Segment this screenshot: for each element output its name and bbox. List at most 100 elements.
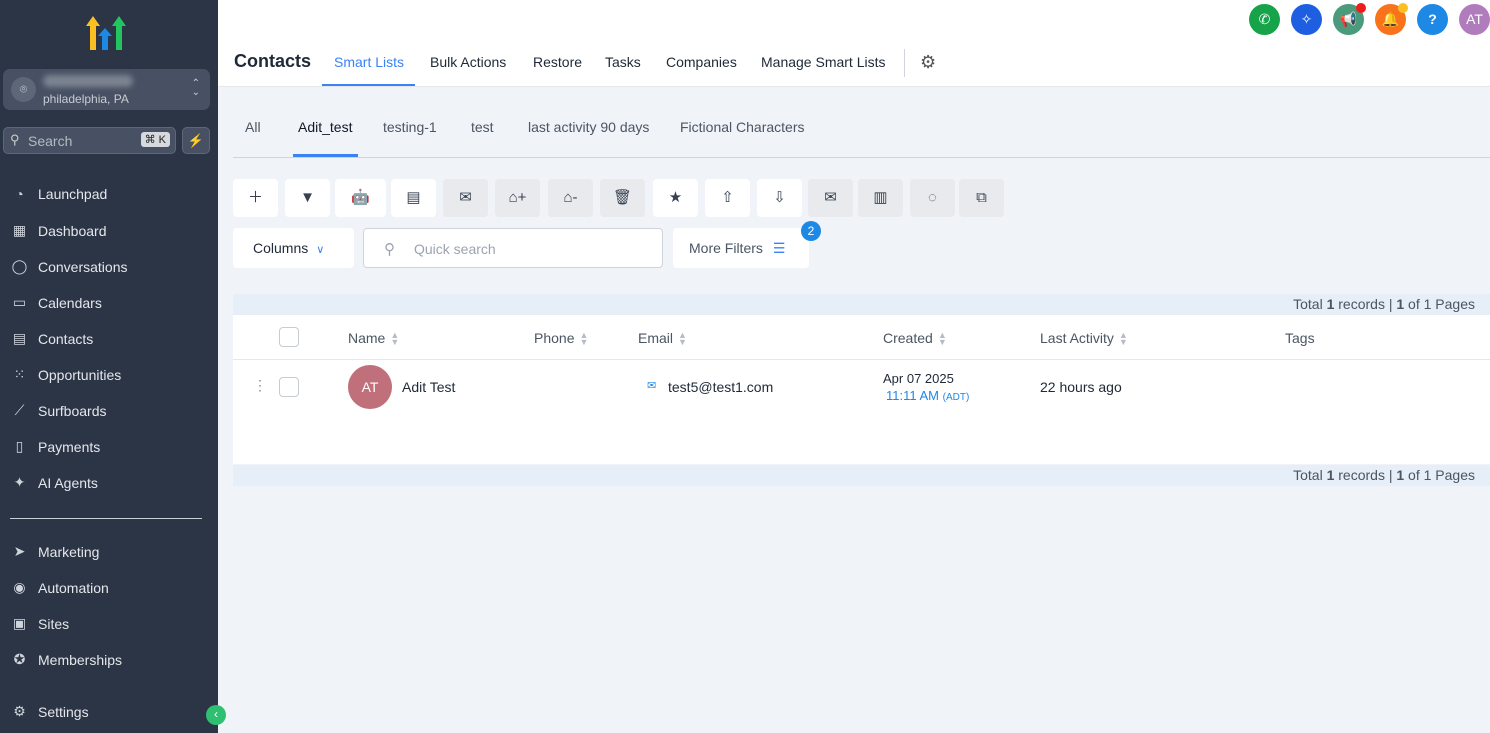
- active-tab-indicator: [322, 84, 415, 86]
- remove-tag-button[interactable]: ⌂-: [548, 179, 593, 217]
- location-name-blurred: [43, 75, 133, 87]
- merge-button[interactable]: ⧉: [959, 179, 1004, 217]
- announcements-button[interactable]: 📢: [1333, 3, 1366, 35]
- favorite-button[interactable]: ★: [653, 179, 698, 217]
- delete-button[interactable]: 🗑: [600, 179, 645, 217]
- user-avatar[interactable]: AT: [1459, 4, 1490, 35]
- settings-gear-icon[interactable]: ⚙: [920, 52, 936, 73]
- more-filters-label: More Filters: [689, 240, 763, 256]
- divider: [904, 49, 905, 77]
- label: Contacts: [38, 330, 94, 347]
- smart-list-adit-test[interactable]: Adit_test: [298, 119, 352, 135]
- message-icon: ▤: [406, 189, 421, 206]
- phone-button[interactable]: ✆: [1249, 4, 1280, 35]
- sliders-icon: ☰: [772, 240, 786, 256]
- grid-icon: ▦: [12, 222, 27, 238]
- whatsapp-button[interactable]: ◌: [910, 179, 955, 217]
- columns-dropdown[interactable]: Columns ∨: [233, 228, 354, 268]
- help-button[interactable]: ?: [1417, 4, 1448, 35]
- filter-button[interactable]: ▼: [285, 179, 330, 217]
- smart-list-test[interactable]: test: [471, 119, 494, 135]
- ai-sparkle-button[interactable]: ✧: [1291, 4, 1322, 35]
- sparkle-icon: ✦: [13, 474, 26, 490]
- contacts-table: Name ▲ ▼ Phone ▲ ▼ Email ▲ ▼ Created ▲ ▼ Last Ac…: [233, 315, 1490, 464]
- page-number: 1: [1396, 467, 1405, 483]
- filter-icon: ▼: [300, 189, 315, 206]
- smart-list-all[interactable]: All: [245, 119, 261, 135]
- t: records |: [1334, 467, 1397, 483]
- label: Opportunities: [38, 366, 122, 383]
- sidebar-item-calendars[interactable]: ▭ Calendars: [10, 294, 102, 311]
- sidebar-item-dashboard[interactable]: ▦ Dashboard: [10, 222, 107, 239]
- sidebar-item-ai-agents[interactable]: ✦ AI Agents: [10, 474, 98, 491]
- sidebar-item-opportunities[interactable]: ⁙ Opportunities: [10, 366, 122, 383]
- location-switcher[interactable]: ⌾ philadelphia, PA ⌃ ⌄: [3, 69, 210, 110]
- review-request-button[interactable]: ✉: [808, 179, 853, 217]
- sidebar-item-launchpad[interactable]: ◔ Launchpad: [10, 186, 107, 202]
- sidebar-item-settings[interactable]: ⚙ Settings: [10, 703, 88, 720]
- header-tags: Tags: [1285, 330, 1315, 346]
- smart-list-last-activity[interactable]: last activity 90 days: [528, 119, 649, 135]
- mailbox-icon: ✉: [824, 189, 837, 206]
- sidebar-search[interactable]: ⚲ Search ⌘ K: [3, 127, 176, 154]
- label: Surfboards: [38, 402, 107, 419]
- search-placeholder: Search: [28, 133, 73, 149]
- header-phone[interactable]: Phone ▲ ▼: [534, 330, 589, 348]
- contacts-icon: ▤: [12, 330, 27, 346]
- more-filters-button[interactable]: More Filters ☰: [673, 228, 809, 268]
- import-button[interactable]: ⇩: [757, 179, 802, 217]
- smart-list-testing-1[interactable]: testing-1: [383, 119, 437, 135]
- notification-dot: [1356, 3, 1366, 13]
- header-email[interactable]: Email ▲ ▼: [638, 330, 687, 348]
- sidebar-item-contacts[interactable]: ▤ Contacts: [10, 330, 93, 347]
- location-pin-icon: ⌾: [11, 77, 36, 102]
- quick-search-input[interactable]: ⚲ Quick search: [363, 228, 663, 268]
- tab-companies[interactable]: Companies: [666, 54, 737, 70]
- select-all-checkbox[interactable]: [279, 327, 299, 347]
- header-created[interactable]: Created ▲ ▼: [883, 330, 947, 347]
- sort-icon: ▲ ▼: [390, 330, 400, 348]
- header-last-activity[interactable]: Last Activity ▲ ▼: [1040, 330, 1128, 348]
- header-name[interactable]: Name ▲ ▼: [348, 330, 400, 348]
- tab-manage-smart-lists[interactable]: Manage Smart Lists: [761, 54, 886, 70]
- sidebar-divider: [10, 518, 202, 519]
- building-icon: ▥: [873, 189, 888, 206]
- add-contact-button[interactable]: ＋: [233, 179, 278, 217]
- whatsapp-icon: ◌: [928, 189, 937, 206]
- sort-icon: ▲ ▼: [579, 330, 589, 348]
- email-button[interactable]: ✉: [443, 179, 488, 217]
- sidebar-item-payments[interactable]: ▯ Payments: [10, 438, 101, 455]
- quick-actions-button[interactable]: ⚡: [182, 127, 210, 154]
- notifications-button[interactable]: 🔔: [1375, 3, 1408, 35]
- contact-email[interactable]: test5@test1.com: [668, 379, 773, 395]
- export-button[interactable]: ⇧: [705, 179, 750, 217]
- sites-icon: ▣: [12, 615, 27, 631]
- sidebar-item-conversations[interactable]: ◯ Conversations: [10, 258, 128, 275]
- automation-button[interactable]: 🤖: [335, 179, 386, 217]
- contact-name[interactable]: Adit Test: [402, 379, 455, 395]
- sort-icon: ▲ ▼: [1118, 330, 1128, 348]
- sort-icon: ▲ ▼: [678, 330, 687, 348]
- smart-list-fictional-characters[interactable]: Fictional Characters: [680, 119, 805, 135]
- sms-button[interactable]: ▤: [391, 179, 436, 217]
- sidebar-item-memberships[interactable]: ✪ Memberships: [10, 651, 122, 668]
- sidebar-item-surfboards[interactable]: ⟋ Surfboards: [10, 402, 107, 419]
- sidebar-item-sites[interactable]: ▣ Sites: [10, 615, 69, 632]
- tab-smart-lists[interactable]: Smart Lists: [334, 54, 404, 70]
- company-button[interactable]: ▥: [858, 179, 903, 217]
- tab-tasks[interactable]: Tasks: [605, 54, 641, 70]
- t: records |: [1334, 296, 1397, 312]
- row-menu-icon[interactable]: ⋮: [253, 377, 267, 394]
- row-checkbox[interactable]: [279, 377, 299, 397]
- label: Dashboard: [38, 222, 107, 239]
- tab-restore[interactable]: Restore: [533, 54, 582, 70]
- page-title: Contacts: [234, 51, 312, 71]
- tab-bulk-actions[interactable]: Bulk Actions: [430, 54, 506, 70]
- collapse-sidebar-button[interactable]: ‹: [206, 705, 226, 725]
- sidebar-item-marketing[interactable]: ➤ Marketing: [10, 543, 100, 560]
- label: AI Agents: [38, 474, 98, 491]
- sidebar-item-automation[interactable]: ◉ Automation: [10, 579, 108, 596]
- add-tag-button[interactable]: ⌂+: [495, 179, 540, 217]
- send-icon: ➤: [13, 543, 26, 559]
- plus-icon: ＋: [247, 189, 263, 206]
